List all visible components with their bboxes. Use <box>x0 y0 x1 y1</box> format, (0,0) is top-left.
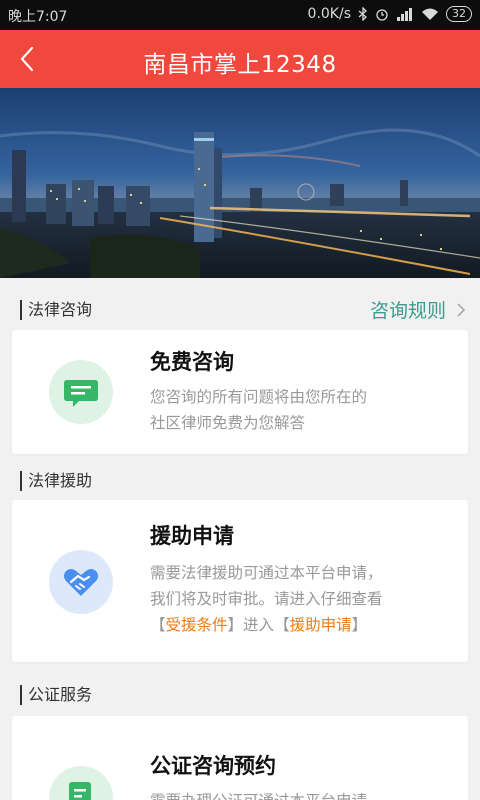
bracket-close: 】 <box>227 616 244 634</box>
section-header-legal-consult: 法律咨询 咨询规则 <box>0 288 480 332</box>
network-speed: 0.0K/s <box>307 6 351 22</box>
section-label-legal-aid: 法律援助 <box>20 471 92 491</box>
status-icons: 0.0K/s 32 <box>308 6 472 22</box>
bracket-open: 【 <box>150 616 166 634</box>
notary-appointment-description: 需要办理公证可通过本平台申请 <box>150 788 450 800</box>
battery-indicator: 32 <box>446 6 472 22</box>
consult-rules-link[interactable]: 咨询规则 <box>370 296 466 323</box>
free-consult-description: 您咨询的所有问题将由您所在的 社区律师免费为您解答 <box>150 384 450 436</box>
notary-appointment-card[interactable]: 公证咨询预约 需要办理公证可通过本平台申请 <box>12 716 468 800</box>
notary-icon-circle <box>49 766 113 800</box>
app-bar: 南昌市掌上12348 <box>0 30 480 88</box>
section-label-notary: 公证服务 <box>20 685 92 705</box>
signal-icon <box>397 8 412 21</box>
handshake-icon-circle <box>49 550 113 614</box>
aid-application-description: 需要法律援助可通过本平台申请， 我们将及时审批。请进入仔细查看 【受援条件】进入… <box>150 560 450 638</box>
notary-appointment-title: 公证咨询预约 <box>150 754 276 778</box>
desc-line: 需要法律援助可通过本平台申请， <box>150 564 383 582</box>
document-edit-icon <box>69 782 91 800</box>
city-banner-image <box>0 88 480 278</box>
desc-line: 您咨询的所有问题将由您所在的 <box>150 388 368 406</box>
desc-line: 我们将及时审批。请进入仔细查看 <box>150 590 383 608</box>
aid-apply-link[interactable]: 援助申请 <box>290 616 352 634</box>
enter-text: 进入 <box>243 616 275 634</box>
aid-application-card[interactable]: 援助申请 需要法律援助可通过本平台申请， 我们将及时审批。请进入仔细查看 【受援… <box>12 500 468 662</box>
bracket-open: 【 <box>274 616 290 634</box>
section-header-legal-aid: 法律援助 <box>0 459 480 503</box>
status-bar: 晚上7:07 0.0K/s 32 <box>0 0 480 30</box>
wifi-icon <box>422 8 438 20</box>
bracket-close: 】 <box>351 616 368 634</box>
desc-line-links: 【受援条件】进入【援助申请】 <box>150 612 450 638</box>
section-header-notary: 公证服务 <box>0 673 480 717</box>
chat-icon-circle <box>49 360 113 424</box>
chevron-right-icon <box>457 302 466 317</box>
page-title: 南昌市掌上12348 <box>143 52 337 78</box>
desc-line: 需要办理公证可通过本平台申请 <box>150 788 450 800</box>
aid-application-title: 援助申请 <box>150 524 234 548</box>
bluetooth-icon <box>358 7 367 21</box>
chat-icon <box>64 380 98 407</box>
handshake-heart-icon <box>64 569 98 596</box>
eligibility-link[interactable]: 受援条件 <box>166 616 228 634</box>
consult-rules-label: 咨询规则 <box>369 300 446 322</box>
status-time: 晚上7:07 <box>8 9 68 25</box>
desc-line: 社区律师免费为您解答 <box>150 414 306 432</box>
free-consult-title: 免费咨询 <box>150 350 234 374</box>
section-label-legal-consult: 法律咨询 <box>20 300 92 320</box>
free-consult-card[interactable]: 免费咨询 您咨询的所有问题将由您所在的 社区律师免费为您解答 <box>12 330 468 454</box>
alarm-icon <box>376 9 388 21</box>
